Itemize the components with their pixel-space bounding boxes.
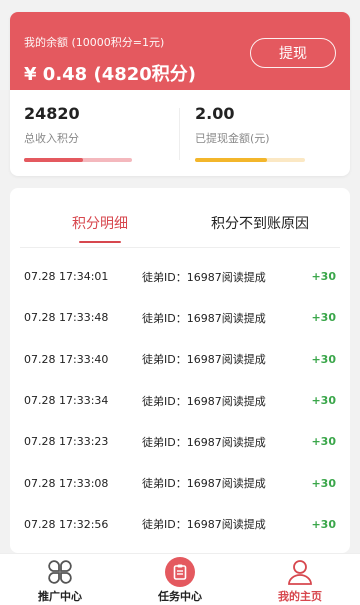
record-description: 徒弟ID：16987阅读提成 <box>142 435 266 449</box>
balance-value: ¥ 0.48 (4820积分) <box>24 64 197 85</box>
record-description: 徒弟ID：16987阅读提成 <box>142 518 266 532</box>
record-time: 07.28 17:33:48 <box>24 311 109 325</box>
record-points: +30 <box>311 270 336 284</box>
record-row: 07.28 17:33:23 徒弟ID：16987阅读提成 +30 <box>10 421 350 462</box>
record-row: 07.28 17:33:48 徒弟ID：16987阅读提成 +30 <box>10 297 350 338</box>
withdrawn-caption: 已提现金额(元) <box>195 132 270 145</box>
record-row: 07.28 17:33:08 徒弟ID：16987阅读提成 +30 <box>10 462 350 503</box>
record-points: +30 <box>311 476 336 490</box>
record-row: 07.28 17:33:34 徒弟ID：16987阅读提成 +30 <box>10 380 350 421</box>
points-record-list: 07.28 17:34:01 徒弟ID：16987阅读提成 +30 07.28 17:… <box>10 256 350 545</box>
record-time: 07.28 17:33:08 <box>24 476 109 490</box>
clipboard-icon <box>165 557 195 587</box>
total-income-caption: 总收入积分 <box>24 132 79 145</box>
withdrawn-stat: 2.00 已提现金额(元) <box>195 104 345 162</box>
balance-card: 我的余额 (10000积分=1元) ¥ 0.48 (4820积分) 提现 248… <box>10 12 350 176</box>
nav-task-center-label: 任务中心 <box>158 590 202 603</box>
record-time: 07.28 17:34:01 <box>24 270 109 284</box>
record-row: 07.28 17:33:40 徒弟ID：16987阅读提成 +30 <box>10 339 350 380</box>
nav-promotion-center[interactable]: 推广中心 <box>0 554 120 605</box>
tab-points-detail-label: 积分明细 <box>72 215 128 232</box>
record-points: +30 <box>311 435 336 449</box>
record-row: 07.28 17:34:01 徒弟ID：16987阅读提成 +30 <box>10 256 350 297</box>
record-points: +30 <box>311 394 336 408</box>
record-points: +30 <box>311 352 336 366</box>
total-income-stat: 24820 总收入积分 <box>24 104 174 162</box>
tab-missing-points-reason-label: 积分不到账原因 <box>211 215 309 232</box>
total-income-bar-fill <box>24 158 84 162</box>
record-time: 07.28 17:32:56 <box>24 517 109 531</box>
nav-my-home-label: 我的主页 <box>278 590 322 603</box>
tab-missing-points-reason[interactable]: 积分不到账原因 <box>180 198 340 247</box>
record-time: 07.28 17:33:23 <box>24 435 109 449</box>
nav-my-home[interactable]: 我的主页 <box>240 554 360 605</box>
record-time: 07.28 17:33:40 <box>24 352 109 366</box>
withdrawn-value: 2.00 <box>195 104 235 123</box>
total-income-value: 24820 <box>24 104 80 123</box>
record-description: 徒弟ID：16987阅读提成 <box>142 270 266 284</box>
active-tab-underline <box>79 241 121 243</box>
points-detail-card: 积分明细 积分不到账原因 07.28 17:34:01 徒弟ID：16987阅读提… <box>10 188 350 553</box>
withdraw-button[interactable]: 提现 <box>250 38 336 68</box>
balance-header: 我的余额 (10000积分=1元) ¥ 0.48 (4820积分) 提现 <box>10 12 350 90</box>
record-description: 徒弟ID：16987阅读提成 <box>142 311 266 325</box>
record-description: 徒弟ID：16987阅读提成 <box>142 477 266 491</box>
withdrawn-bar <box>195 158 305 162</box>
withdrawn-bar-fill <box>195 158 267 162</box>
nav-task-center[interactable]: 任务中心 <box>120 554 240 605</box>
nav-promotion-center-label: 推广中心 <box>38 590 82 603</box>
record-row: 07.28 17:32:56 徒弟ID：16987阅读提成 +30 <box>10 504 350 545</box>
balance-label: 我的余额 (10000积分=1元) <box>24 36 165 49</box>
clover-grid-icon <box>45 557 75 587</box>
stat-divider <box>179 108 180 160</box>
record-description: 徒弟ID：16987阅读提成 <box>142 353 266 367</box>
record-points: +30 <box>311 311 336 325</box>
user-icon <box>285 557 315 587</box>
record-points: +30 <box>311 517 336 531</box>
bottom-nav: 推广中心 任务中心 我的主页 <box>0 553 360 605</box>
detail-tabs: 积分明细 积分不到账原因 <box>20 198 340 248</box>
total-income-bar <box>24 158 132 162</box>
tab-points-detail[interactable]: 积分明细 <box>20 198 180 247</box>
record-time: 07.28 17:33:34 <box>24 394 109 408</box>
record-description: 徒弟ID：16987阅读提成 <box>142 394 266 408</box>
